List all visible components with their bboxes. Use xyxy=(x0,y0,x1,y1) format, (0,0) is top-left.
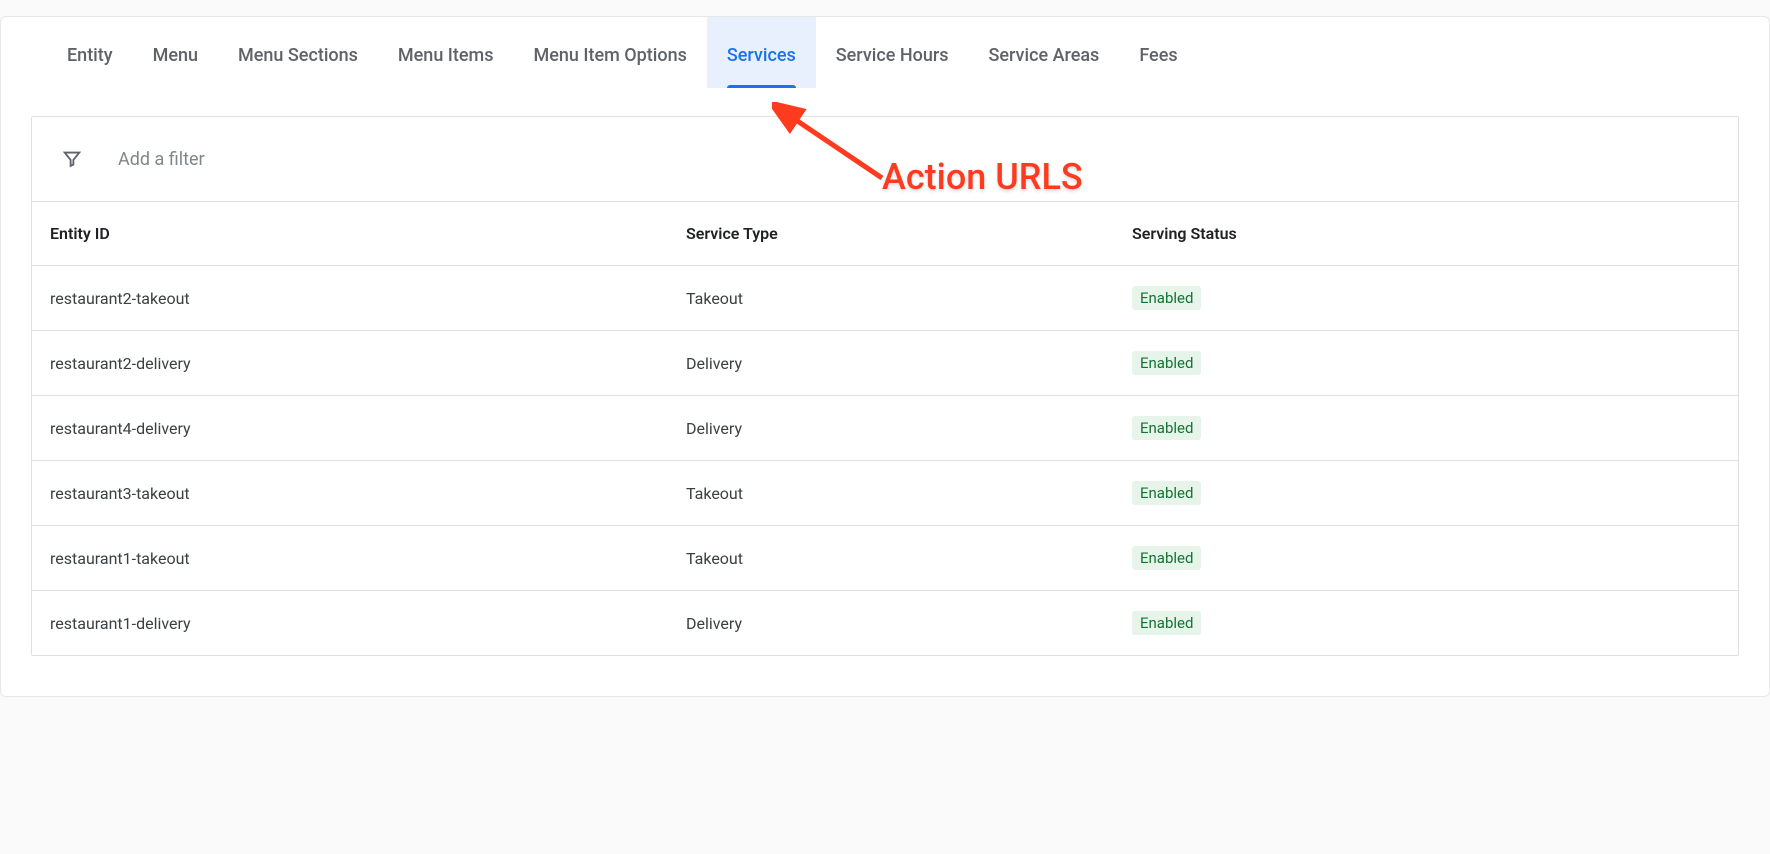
cell-entity-id: restaurant1-takeout xyxy=(50,549,686,568)
filter-placeholder[interactable]: Add a filter xyxy=(118,149,205,170)
status-badge: Enabled xyxy=(1132,351,1201,375)
tab-menu-sections[interactable]: Menu Sections xyxy=(218,17,378,88)
cell-entity-id: restaurant4-delivery xyxy=(50,419,686,438)
cell-serving-status: Enabled xyxy=(1132,611,1720,635)
cell-service-type: Takeout xyxy=(686,289,1132,308)
header-entity-id[interactable]: Entity ID xyxy=(50,224,686,243)
header-serving-status[interactable]: Serving Status xyxy=(1132,224,1720,243)
table-row[interactable]: restaurant1-takeoutTakeoutEnabled xyxy=(32,526,1738,591)
status-badge: Enabled xyxy=(1132,416,1201,440)
table-row[interactable]: restaurant2-takeoutTakeoutEnabled xyxy=(32,266,1738,331)
status-badge: Enabled xyxy=(1132,286,1201,310)
cell-service-type: Takeout xyxy=(686,549,1132,568)
tabs-nav: EntityMenuMenu SectionsMenu ItemsMenu It… xyxy=(1,17,1769,88)
table-row[interactable]: restaurant1-deliveryDeliveryEnabled xyxy=(32,591,1738,655)
header-service-type[interactable]: Service Type xyxy=(686,224,1132,243)
tab-entity[interactable]: Entity xyxy=(47,17,133,88)
cell-entity-id: restaurant1-delivery xyxy=(50,614,686,633)
filter-icon[interactable] xyxy=(50,137,94,181)
cell-serving-status: Enabled xyxy=(1132,351,1720,375)
filter-bar[interactable]: Add a filter xyxy=(32,117,1738,202)
cell-service-type: Delivery xyxy=(686,354,1132,373)
cell-service-type: Takeout xyxy=(686,484,1132,503)
tab-service-hours[interactable]: Service Hours xyxy=(816,17,969,88)
cell-serving-status: Enabled xyxy=(1132,546,1720,570)
table-header: Entity ID Service Type Serving Status xyxy=(32,202,1738,266)
main-panel: EntityMenuMenu SectionsMenu ItemsMenu It… xyxy=(0,16,1770,697)
tab-services[interactable]: Services xyxy=(707,17,816,88)
cell-serving-status: Enabled xyxy=(1132,286,1720,310)
status-badge: Enabled xyxy=(1132,481,1201,505)
tab-menu-items[interactable]: Menu Items xyxy=(378,17,514,88)
tab-fees[interactable]: Fees xyxy=(1119,17,1197,88)
tab-service-areas[interactable]: Service Areas xyxy=(968,17,1119,88)
cell-serving-status: Enabled xyxy=(1132,481,1720,505)
services-table: Add a filter Entity ID Service Type Serv… xyxy=(31,116,1739,656)
cell-serving-status: Enabled xyxy=(1132,416,1720,440)
tab-menu[interactable]: Menu xyxy=(133,17,218,88)
cell-service-type: Delivery xyxy=(686,614,1132,633)
table-row[interactable]: restaurant2-deliveryDeliveryEnabled xyxy=(32,331,1738,396)
cell-entity-id: restaurant2-takeout xyxy=(50,289,686,308)
status-badge: Enabled xyxy=(1132,546,1201,570)
table-row[interactable]: restaurant3-takeoutTakeoutEnabled xyxy=(32,461,1738,526)
cell-service-type: Delivery xyxy=(686,419,1132,438)
table-row[interactable]: restaurant4-deliveryDeliveryEnabled xyxy=(32,396,1738,461)
cell-entity-id: restaurant3-takeout xyxy=(50,484,686,503)
status-badge: Enabled xyxy=(1132,611,1201,635)
tab-menu-item-options[interactable]: Menu Item Options xyxy=(514,17,707,88)
cell-entity-id: restaurant2-delivery xyxy=(50,354,686,373)
